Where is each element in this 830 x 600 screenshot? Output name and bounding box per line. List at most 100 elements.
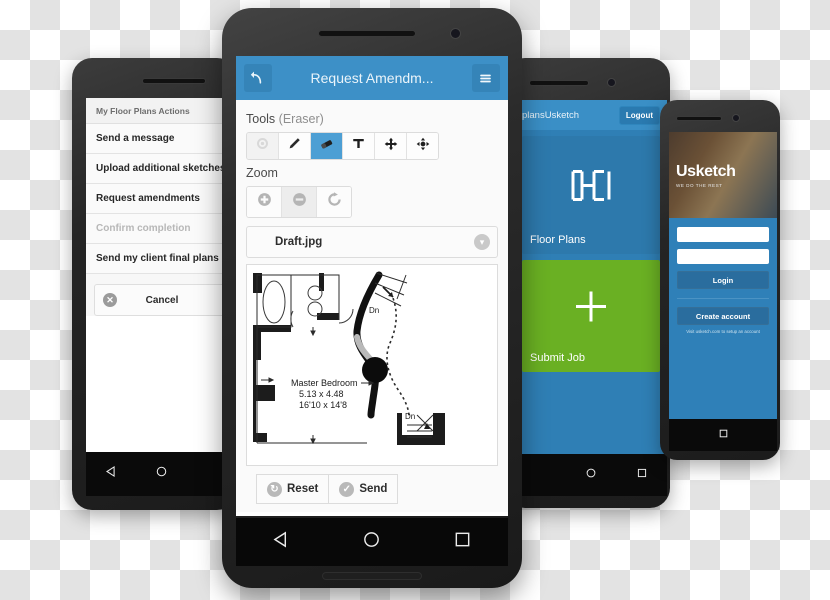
sheet-empty-area: [86, 316, 237, 466]
rotate-tool-button[interactable]: [407, 133, 438, 159]
earpiece-speaker: [142, 78, 206, 84]
settings-tool-button: [247, 133, 279, 159]
phone-left-bezel: My Floor Plans Actions Send a message Up…: [72, 58, 237, 510]
eraser-tool-button[interactable]: [311, 133, 343, 159]
nav-recents-square-icon[interactable]: [453, 530, 472, 554]
move-arrows-icon: [384, 137, 398, 156]
refresh-circle-icon: [326, 191, 343, 213]
reset-button-label: Reset: [287, 483, 319, 495]
reset-button[interactable]: ↻ Reset: [256, 474, 329, 504]
nav-home-circle-icon[interactable]: [718, 426, 729, 444]
back-arrow-icon[interactable]: [244, 64, 272, 92]
move-tool-button[interactable]: [375, 133, 407, 159]
tile-floor-plans[interactable]: Floor Plans: [522, 136, 660, 254]
sheet-item-send-message[interactable]: Send a message: [86, 124, 237, 154]
password-field[interactable]: [677, 249, 769, 264]
phone-login-screen: Usketch WE DO THE REST Login Create acco…: [669, 132, 777, 422]
refresh-circle-icon: ↻: [267, 481, 282, 497]
phone-device-left: My Floor Plans Actions Send a message Up…: [72, 58, 237, 510]
hamburger-menu-icon[interactable]: [471, 64, 500, 92]
nav-home-circle-icon[interactable]: [585, 466, 597, 484]
dashboard-header: plansUsketch Logout: [515, 100, 667, 130]
zoom-reset-button[interactable]: [317, 187, 351, 217]
app-tagline-label: WE DO THE REST: [676, 182, 723, 188]
phone-front-navbar: [236, 518, 508, 566]
phone-device-front: Request Amendm... Tools (Eraser) Zoom Dr…: [222, 8, 522, 588]
nav-back-triangle-icon[interactable]: [105, 465, 118, 483]
tools-section-label: Tools (Eraser): [246, 112, 498, 126]
action-sheet: My Floor Plans Actions Send a message Up…: [86, 98, 237, 478]
tools-active-tool-label: (Eraser): [278, 112, 324, 126]
zoom-section-label: Zoom: [246, 166, 278, 180]
sheet-item-request-amendments[interactable]: Request amendments: [86, 184, 237, 214]
text-tool-button[interactable]: [343, 133, 375, 159]
phone-device-login: Usketch WE DO THE REST Login Create acco…: [660, 100, 780, 460]
tools-button-group: [246, 132, 439, 160]
phone-login-navbar: [669, 419, 777, 451]
room-name-label: Master Bedroom: [291, 378, 358, 388]
app-header: Request Amendm...: [236, 56, 508, 100]
login-hero-banner: Usketch WE DO THE REST: [669, 132, 777, 218]
stair-label-bottom: Dn: [405, 412, 415, 421]
tools-label-text: Tools: [246, 112, 276, 126]
send-button[interactable]: ✓ Send: [328, 474, 399, 504]
device-bottom-pill: [322, 572, 422, 580]
logout-button[interactable]: Logout: [618, 105, 660, 125]
editor-footer: ↻ Reset ✓ Send: [246, 466, 498, 512]
login-button[interactable]: Login: [677, 271, 769, 289]
check-circle-icon: ✓: [339, 481, 355, 497]
username-field[interactable]: [677, 227, 769, 242]
phone-front-bezel: Request Amendm... Tools (Eraser) Zoom Dr…: [222, 8, 522, 588]
sheet-item-confirm-completion: Confirm completion: [86, 214, 237, 244]
tile-floor-plans-label: Floor Plans: [530, 234, 586, 246]
floor-plan-icon: [568, 168, 614, 207]
app-brand-label: plansUsketch: [522, 109, 580, 121]
page-title: Request Amendm...: [310, 70, 434, 86]
sheet-cancel-button[interactable]: ✕ Cancel: [94, 284, 230, 316]
floor-plan-drawing: Dn Dn Master Bedroom 5.13 x 4.48 16'10 x…: [247, 265, 497, 463]
screenshot-stage: My Floor Plans Actions Send a message Up…: [0, 0, 830, 600]
tile-submit-job-label: Submit Job: [530, 352, 586, 364]
earpiece-speaker: [529, 80, 589, 86]
tile-submit-job[interactable]: Submit Job: [522, 260, 660, 372]
pencil-tool-button[interactable]: [279, 133, 311, 159]
editor-panel: Tools (Eraser) Zoom Draft.jpg ▾ Dn Dn Ma…: [236, 100, 508, 512]
app-logo-label: Usketch: [676, 162, 736, 180]
plus-circle-icon: [256, 191, 273, 213]
minus-circle-icon: [291, 191, 308, 213]
sheet-item-send-final-plans[interactable]: Send my client final plans: [86, 244, 237, 274]
phone-dashboard-screen: plansUsketch Logout Floor Plans Submit J…: [515, 100, 667, 470]
sheet-item-upload-sketches[interactable]: Upload additional sketches: [86, 154, 237, 184]
front-camera-icon: [607, 78, 616, 87]
sheet-cancel-label: Cancel: [145, 294, 179, 306]
phone-front-screen: Request Amendm... Tools (Eraser) Zoom Dr…: [236, 56, 508, 516]
zoom-out-button[interactable]: [282, 187, 317, 217]
nav-home-circle-icon[interactable]: [362, 530, 381, 554]
pencil-icon: [287, 136, 302, 156]
nav-back-triangle-icon[interactable]: [272, 530, 291, 554]
chevron-down-icon: ▾: [474, 234, 490, 250]
setup-account-note: Visit usketch.com to setup an account: [686, 329, 760, 334]
send-button-label: Send: [359, 483, 388, 495]
phone-login-bezel: Usketch WE DO THE REST Login Create acco…: [660, 100, 780, 460]
file-select-dropdown[interactable]: Draft.jpg ▾: [246, 226, 498, 258]
front-camera-icon: [732, 114, 740, 122]
phone-left-navbar: [86, 452, 237, 496]
stair-label-top: Dn: [369, 306, 379, 315]
phone-dashboard-bezel: plansUsketch Logout Floor Plans Submit J…: [505, 58, 670, 508]
plus-icon: [571, 287, 611, 332]
floor-plan-canvas[interactable]: Dn Dn Master Bedroom 5.13 x 4.48 16'10 x…: [246, 264, 498, 466]
zoom-in-button[interactable]: [247, 187, 282, 217]
form-divider: [677, 298, 769, 299]
zoom-button-group: [246, 186, 352, 218]
earpiece-speaker: [318, 30, 416, 37]
gear-icon: [255, 136, 270, 156]
nav-recents-square-icon[interactable]: [636, 466, 648, 484]
phone-dashboard-navbar: [515, 454, 667, 496]
create-account-button[interactable]: Create account: [677, 307, 769, 325]
nav-home-circle-icon[interactable]: [155, 465, 168, 483]
room-dimensions-imperial: 16'10 x 14'8: [299, 400, 347, 410]
close-circle-icon: ✕: [103, 293, 117, 307]
rotate-handles-icon: [416, 137, 430, 156]
phone-left-screen: My Floor Plans Actions Send a message Up…: [86, 98, 237, 478]
